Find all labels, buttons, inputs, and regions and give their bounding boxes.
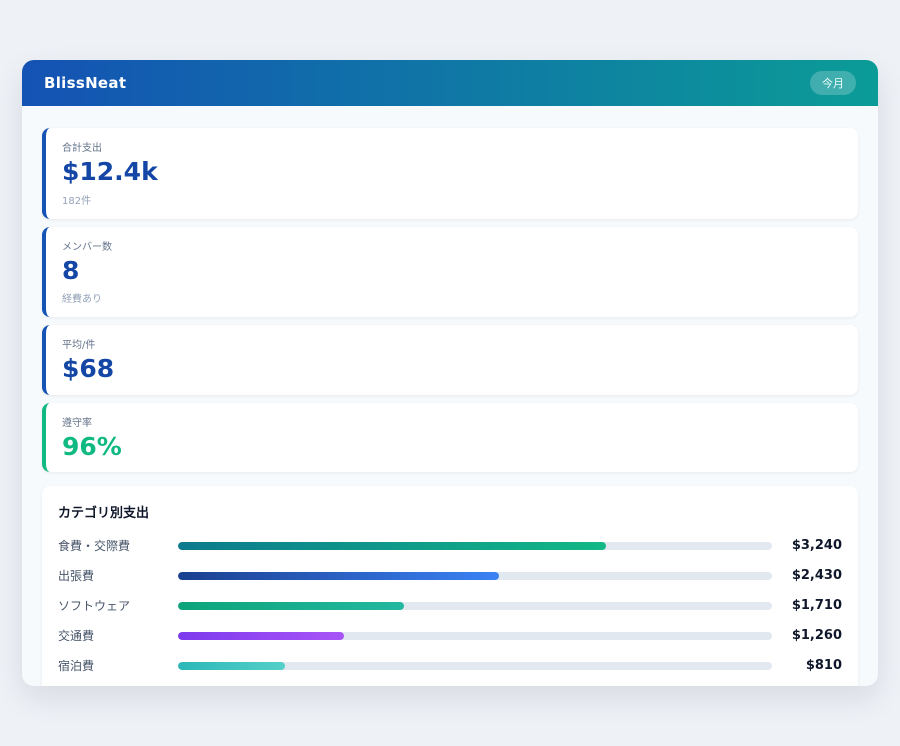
stat-card: 遵守率 96% bbox=[42, 403, 858, 473]
app-header: BlissNeat 今月 bbox=[22, 60, 878, 106]
stat-label: メンバー数 bbox=[62, 238, 842, 253]
stat-card: メンバー数 8 経費あり bbox=[42, 227, 858, 318]
stat-sub: 182件 bbox=[62, 192, 842, 207]
bar-track bbox=[178, 542, 772, 550]
stat-value: 8 bbox=[62, 257, 842, 285]
bar-fill bbox=[178, 542, 606, 550]
category-breakdown-title: カテゴリ別支出 bbox=[58, 502, 842, 521]
stat-value: 96% bbox=[62, 433, 842, 461]
category-label: ソフトウェア bbox=[58, 597, 178, 614]
category-amount: $3,240 bbox=[772, 538, 842, 553]
bar-fill bbox=[178, 572, 499, 580]
bar-track bbox=[178, 602, 772, 610]
stat-card: 平均/件 $68 bbox=[42, 325, 858, 395]
bar-fill bbox=[178, 662, 285, 670]
category-row: 宿泊費 $810 bbox=[58, 657, 842, 674]
bar-track bbox=[178, 572, 772, 580]
category-amount: $1,260 bbox=[772, 628, 842, 643]
stat-sub: 経費あり bbox=[62, 290, 842, 305]
category-label: 出張費 bbox=[58, 567, 178, 584]
category-label: 交通費 bbox=[58, 627, 178, 644]
stat-card: 合計支出 $12.4k 182件 bbox=[42, 128, 858, 219]
category-row: 食費・交際費 $3,240 bbox=[58, 537, 842, 554]
stat-label: 遵守率 bbox=[62, 414, 842, 429]
category-amount: $2,430 bbox=[772, 568, 842, 583]
category-row: 出張費 $2,430 bbox=[58, 567, 842, 584]
category-amount: $810 bbox=[772, 658, 842, 673]
stat-value: $68 bbox=[62, 355, 842, 383]
category-label: 宿泊費 bbox=[58, 657, 178, 674]
dashboard-panel: BlissNeat 今月 合計支出 $12.4k 182件 メンバー数 8 経費… bbox=[22, 60, 878, 686]
category-row: 交通費 $1,260 bbox=[58, 627, 842, 644]
category-breakdown-card: カテゴリ別支出 食費・交際費 $3,240 出張費 $2,430 ソフトウェア … bbox=[42, 486, 858, 686]
bar-track bbox=[178, 662, 772, 670]
bar-track bbox=[178, 632, 772, 640]
dashboard-content: 合計支出 $12.4k 182件 メンバー数 8 経費あり 平均/件 $68 遵… bbox=[22, 106, 878, 686]
stat-label: 合計支出 bbox=[62, 139, 842, 154]
category-label: 食費・交際費 bbox=[58, 537, 178, 554]
period-badge[interactable]: 今月 bbox=[810, 71, 856, 95]
category-amount: $1,710 bbox=[772, 598, 842, 613]
app-title: BlissNeat bbox=[44, 74, 126, 92]
stat-value: $12.4k bbox=[62, 158, 842, 186]
bar-fill bbox=[178, 632, 344, 640]
category-row: ソフトウェア $1,710 bbox=[58, 597, 842, 614]
bar-fill bbox=[178, 602, 404, 610]
stat-label: 平均/件 bbox=[62, 336, 842, 351]
